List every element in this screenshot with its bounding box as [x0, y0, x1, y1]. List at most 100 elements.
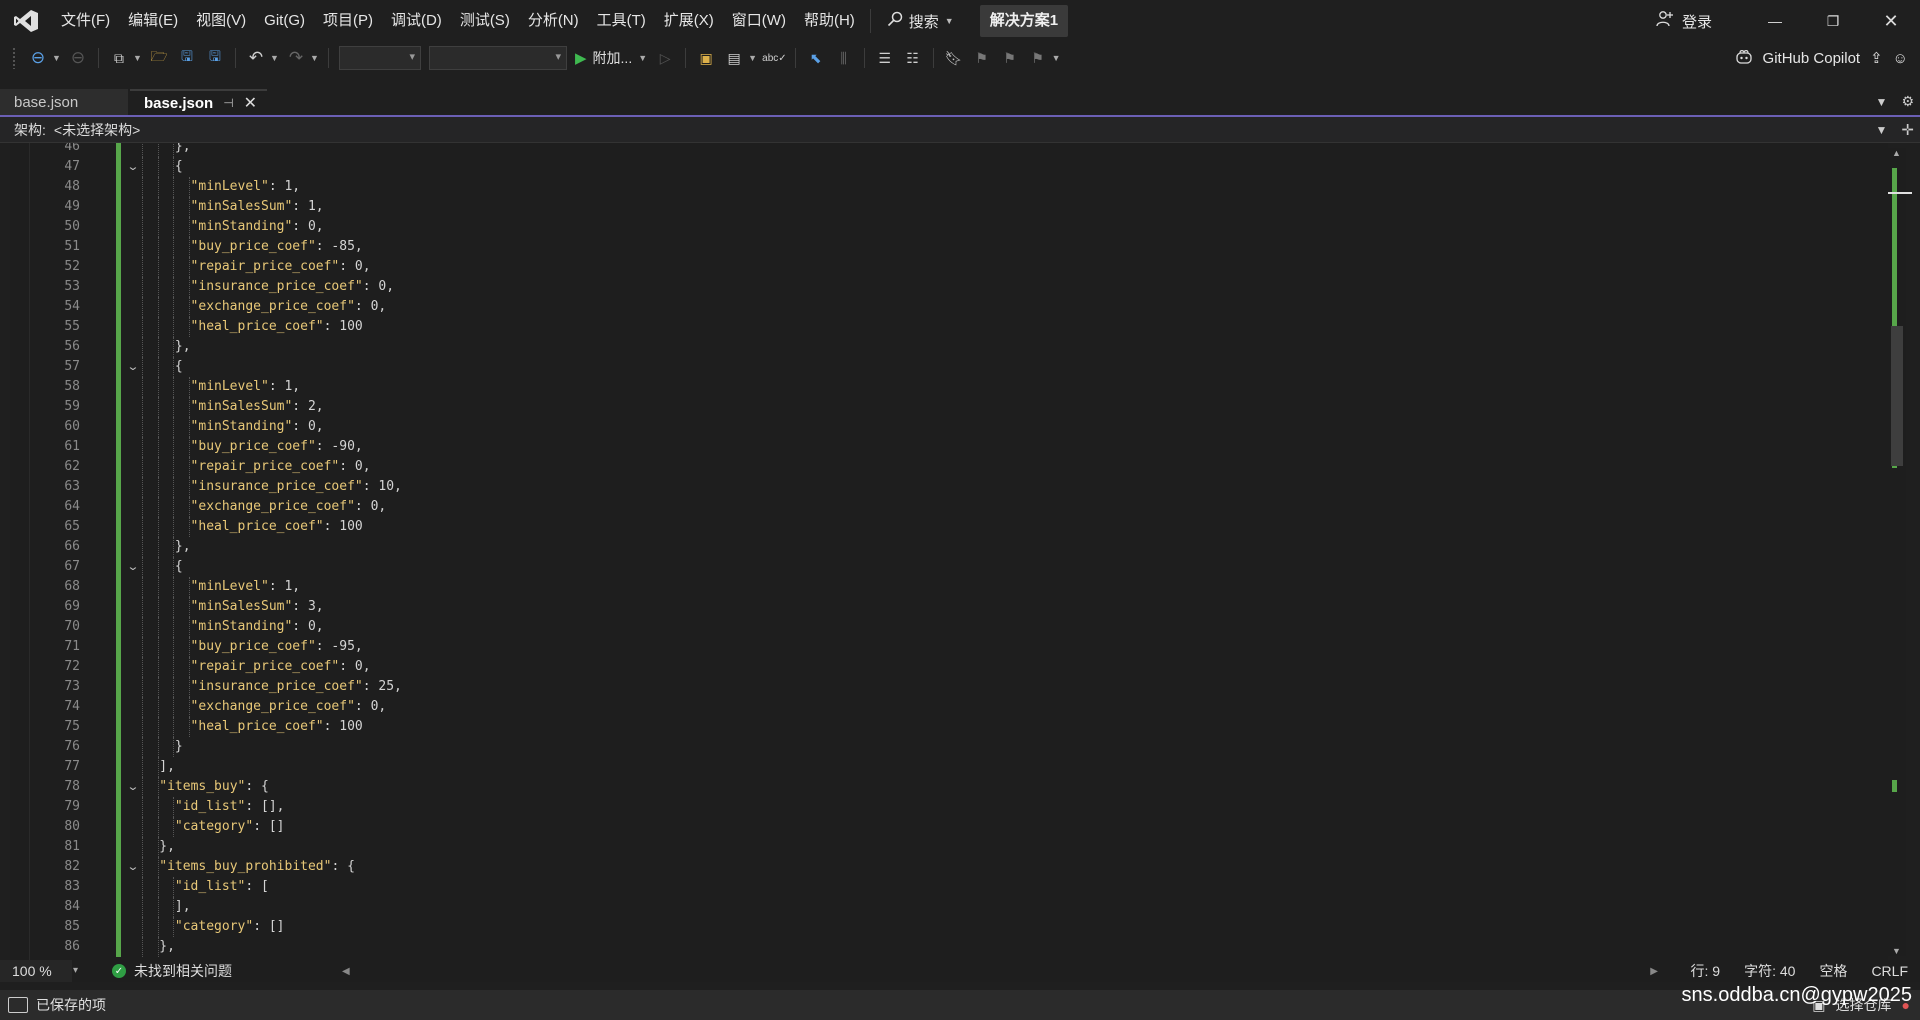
- copilot-button[interactable]: GitHub Copilot: [1763, 50, 1861, 67]
- select-element-button[interactable]: ⬉: [804, 44, 828, 72]
- code-line[interactable]: 69 "minSalesSum": 3,: [10, 597, 1870, 617]
- code-line[interactable]: 71 "buy_price_coef": -95,: [10, 637, 1870, 657]
- fold-chevron-icon[interactable]: ⌄: [123, 857, 143, 877]
- code-line[interactable]: 49 "minSalesSum": 1,: [10, 197, 1870, 217]
- comment-button[interactable]: ☰: [873, 44, 897, 72]
- code-line[interactable]: 83 "id_list": [: [10, 877, 1870, 897]
- chevron-down-icon[interactable]: ▼: [1052, 53, 1061, 63]
- code-line[interactable]: 82 ⌄ "items_buy_prohibited": {: [10, 857, 1870, 877]
- save-all-button[interactable]: 🖫: [203, 44, 227, 72]
- code-line[interactable]: 52 "repair_price_coef": 0,: [10, 257, 1870, 277]
- fold-chevron-icon[interactable]: ⌄: [123, 557, 143, 577]
- menu-item[interactable]: 窗口(W): [723, 0, 795, 42]
- zoom-dropdown[interactable]: 100 %: [0, 960, 78, 982]
- redo-button[interactable]: ↷: [284, 44, 308, 72]
- code-line[interactable]: 86},: [10, 937, 1870, 957]
- code-line[interactable]: 77],: [10, 757, 1870, 777]
- close-window-button[interactable]: ✕: [1862, 0, 1920, 42]
- code-line[interactable]: 50 "minStanding": 0,: [10, 217, 1870, 237]
- share-icon[interactable]: ⇪: [1870, 49, 1883, 67]
- save-button[interactable]: 🖫: [175, 44, 199, 72]
- layout-button[interactable]: ⫼: [832, 44, 856, 72]
- restore-button[interactable]: ❐: [1804, 0, 1862, 42]
- issues-indicator[interactable]: ✓ 未找到相关问题: [112, 961, 232, 981]
- code-line[interactable]: 72 "repair_price_coef": 0,: [10, 657, 1870, 677]
- code-line[interactable]: 66},: [10, 537, 1870, 557]
- code-line[interactable]: 76}: [10, 737, 1870, 757]
- code-line[interactable]: 55 "heal_price_coef": 100: [10, 317, 1870, 337]
- code-editor[interactable]: 46}, 47 ⌄{48 "minLevel": 1, 49 "minSalesSum":…: [10, 143, 1888, 960]
- split-editor-icon[interactable]: ✛: [1901, 121, 1914, 139]
- code-line[interactable]: 48 "minLevel": 1,: [10, 177, 1870, 197]
- menu-item[interactable]: 扩展(X): [655, 0, 723, 42]
- code-line[interactable]: 73 "insurance_price_coef": 25,: [10, 677, 1870, 697]
- code-line[interactable]: 57 ⌄ {: [10, 357, 1870, 377]
- scroll-right-arrow-icon[interactable]: ▶: [1650, 966, 1658, 977]
- scroll-left-arrow-icon[interactable]: ◀: [342, 966, 350, 977]
- menu-item[interactable]: 帮助(H): [795, 0, 864, 42]
- code-line[interactable]: 68 "minLevel": 1,: [10, 577, 1870, 597]
- menu-item[interactable]: 项目(P): [314, 0, 382, 42]
- menu-item[interactable]: Git(G): [255, 0, 314, 42]
- code-line[interactable]: 61 "buy_price_coef": -90,: [10, 437, 1870, 457]
- code-line[interactable]: 47 ⌄ {: [10, 157, 1870, 177]
- visual-studio-logo-icon[interactable]: [0, 0, 52, 42]
- menu-item[interactable]: 分析(N): [519, 0, 588, 42]
- code-line[interactable]: 65 "heal_price_coef": 100: [10, 517, 1870, 537]
- code-line[interactable]: 58 "minLevel": 1,: [10, 377, 1870, 397]
- whitespace-status[interactable]: 空格: [1807, 961, 1859, 981]
- code-line[interactable]: 64 "exchange_price_coef": 0,: [10, 497, 1870, 517]
- bookmark-button[interactable]: 🔖︎: [942, 44, 966, 72]
- code-line[interactable]: 62 "repair_price_coef": 0,: [10, 457, 1870, 477]
- code-line[interactable]: 75 "heal_price_coef": 100: [10, 717, 1870, 737]
- char-number-status[interactable]: 字符: 40: [1732, 961, 1807, 981]
- menu-item[interactable]: 测试(S): [451, 0, 519, 42]
- menu-item[interactable]: 视图(V): [187, 0, 255, 42]
- browser-link-button[interactable]: ▤: [722, 44, 746, 72]
- code-line[interactable]: 59 "minSalesSum": 2,: [10, 397, 1870, 417]
- code-line[interactable]: 54 "exchange_price_coef": 0,: [10, 297, 1870, 317]
- code-line[interactable]: 78 ⌄ "items_buy": {: [10, 777, 1870, 797]
- code-line[interactable]: 74 "exchange_price_coef": 0,: [10, 697, 1870, 717]
- tab-base-json-2[interactable]: base.json ⊣ ✕: [130, 89, 268, 115]
- code-line[interactable]: 60 "minStanding": 0,: [10, 417, 1870, 437]
- schema-dropdown[interactable]: <未选择架构>: [54, 120, 140, 140]
- code-line[interactable]: 67 ⌄ {: [10, 557, 1870, 577]
- new-project-button[interactable]: ⧉: [107, 44, 131, 72]
- previous-bookmark-button[interactable]: ⚑: [970, 44, 994, 72]
- code-line[interactable]: 79 "id_list": [],: [10, 797, 1870, 817]
- code-line[interactable]: 84],: [10, 897, 1870, 917]
- line-ending-status[interactable]: CRLF: [1859, 963, 1920, 979]
- code-line[interactable]: 81},: [10, 837, 1870, 857]
- chevron-down-icon[interactable]: ▼: [52, 53, 61, 63]
- search-button[interactable]: 搜索 ▼: [877, 0, 964, 42]
- spell-check-button[interactable]: abc✓: [762, 44, 787, 72]
- close-icon[interactable]: ✕: [244, 93, 257, 113]
- pin-icon[interactable]: ⊣: [223, 96, 233, 110]
- code-line[interactable]: 53 "insurance_price_coef": 0,: [10, 277, 1870, 297]
- code-line[interactable]: 46},: [10, 143, 1870, 157]
- open-file-button[interactable]: 🗁: [147, 44, 171, 72]
- platform-dropdown[interactable]: [429, 46, 567, 70]
- navigate-back-button[interactable]: ⊖: [26, 44, 50, 72]
- menu-item[interactable]: 调试(D): [382, 0, 451, 42]
- chevron-down-icon[interactable]: ▼: [133, 53, 142, 63]
- minimize-button[interactable]: —: [1746, 0, 1804, 42]
- scrollbar-thumb[interactable]: [1891, 326, 1903, 466]
- fold-chevron-icon[interactable]: ⌄: [123, 777, 143, 797]
- next-bookmark-button[interactable]: ⚑: [998, 44, 1022, 72]
- menu-item[interactable]: 文件(F): [52, 0, 119, 42]
- code-line[interactable]: 70 "minStanding": 0,: [10, 617, 1870, 637]
- line-number-status[interactable]: 行: 9: [1679, 961, 1733, 981]
- start-without-debugging-button[interactable]: ▷: [653, 44, 677, 72]
- menu-item[interactable]: 工具(T): [588, 0, 655, 42]
- tab-list-chevron-icon[interactable]: ▼: [1876, 95, 1888, 109]
- scroll-down-arrow-icon[interactable]: ▼: [1892, 946, 1901, 956]
- menu-item[interactable]: 编辑(E): [119, 0, 187, 42]
- fold-chevron-icon[interactable]: ⌄: [123, 157, 143, 177]
- code-line[interactable]: 56},: [10, 337, 1870, 357]
- code-line[interactable]: 63 "insurance_price_coef": 10,: [10, 477, 1870, 497]
- chevron-down-icon[interactable]: ▼: [270, 53, 279, 63]
- toolbar-grip[interactable]: [12, 47, 16, 69]
- code-line[interactable]: 80 "category": []: [10, 817, 1870, 837]
